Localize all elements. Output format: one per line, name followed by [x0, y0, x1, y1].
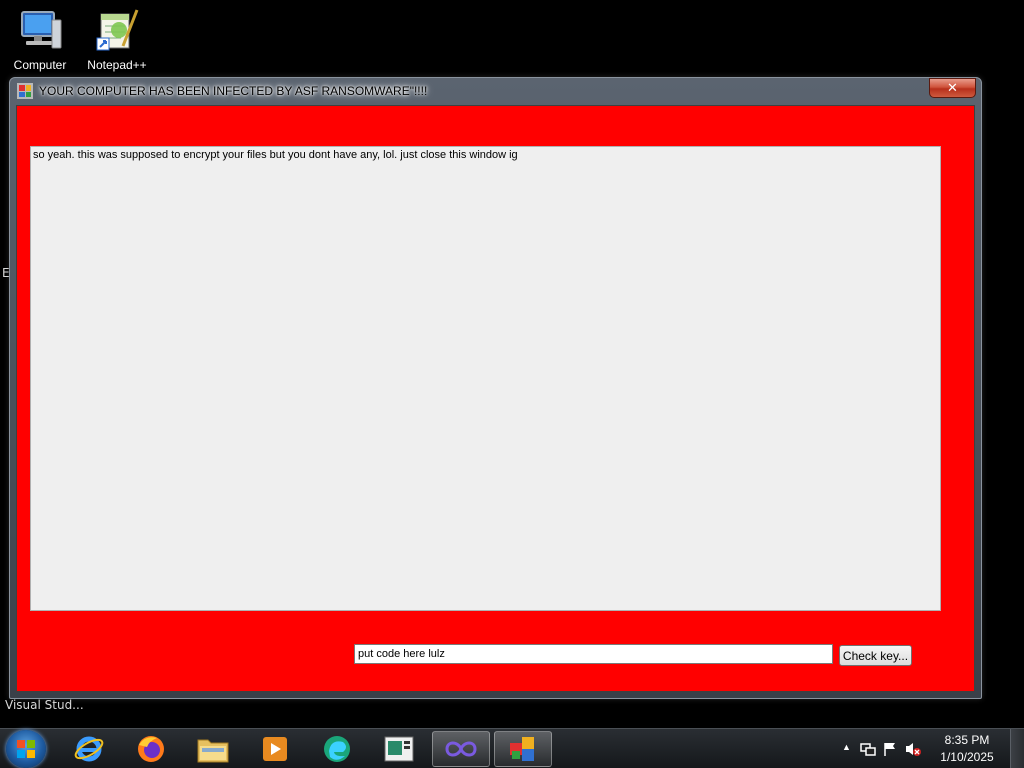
ransomware-window: YOUR COMPUTER HAS BEEN INFECTED BY ASF R… [9, 77, 982, 699]
close-button[interactable]: ✕ [929, 78, 976, 98]
notepadpp-icon [93, 6, 141, 54]
visual-studio-icon [445, 741, 477, 757]
ransomware-app-icon [510, 737, 534, 761]
desktop-icon-notepadpp[interactable]: Notepad++ [77, 6, 157, 72]
taskbar-clock[interactable]: 8:35 PM 1/10/2025 [932, 732, 1002, 766]
firefox-icon [138, 736, 164, 762]
taskbar-visual-studio[interactable] [432, 731, 490, 767]
taskbar-edge[interactable] [308, 731, 366, 767]
action-center-flag-icon[interactable] [882, 741, 898, 760]
taskbar-internet-explorer[interactable] [60, 731, 118, 767]
edge-icon [324, 736, 350, 762]
show-hidden-icons-arrow[interactable]: ▲ [842, 742, 851, 752]
windows-logo-icon [17, 740, 35, 758]
desktop-icon-label: Computer [13, 58, 67, 72]
check-key-button[interactable]: Check key... [839, 645, 912, 666]
window-client-area: so yeah. this was supposed to encrypt yo… [16, 105, 975, 692]
taskbar-media-player[interactable] [246, 731, 304, 767]
file-explorer-icon [197, 739, 229, 763]
message-text-box[interactable]: so yeah. this was supposed to encrypt yo… [30, 146, 941, 611]
network-icon[interactable] [860, 741, 876, 760]
app-window-icon [384, 736, 414, 762]
system-tray: ▲ 8:35 PM 1/10/2025 [834, 729, 1024, 768]
clock-date: 1/10/2025 [940, 750, 994, 764]
window-titlebar[interactable]: YOUR COMPUTER HAS BEEN INFECTED BY ASF R… [10, 78, 981, 104]
taskbar: ▲ 8:35 PM 1/10/2025 [0, 728, 1024, 768]
start-button[interactable] [6, 730, 46, 768]
show-desktop-button[interactable] [1010, 729, 1024, 768]
window-title: YOUR COMPUTER HAS BEEN INFECTED BY ASF R… [39, 84, 428, 98]
desktop-icon-label: Notepad++ [87, 58, 147, 72]
computer-icon [16, 6, 64, 54]
media-player-icon [263, 737, 287, 761]
internet-explorer-icon [74, 736, 104, 762]
taskbar-app-window[interactable] [370, 731, 428, 767]
key-code-input[interactable] [354, 644, 833, 664]
desktop-icon-computer[interactable]: Computer [0, 6, 80, 72]
volume-muted-icon[interactable] [904, 741, 922, 760]
taskbar-firefox[interactable] [122, 731, 180, 767]
taskbar-file-explorer[interactable] [184, 731, 242, 767]
clock-time: 8:35 PM [944, 733, 990, 747]
taskbar-ransomware-app[interactable] [494, 731, 552, 767]
app-icon [17, 83, 33, 99]
desktop-icon-label-visual-studio[interactable]: Visual Stud... [5, 698, 84, 712]
